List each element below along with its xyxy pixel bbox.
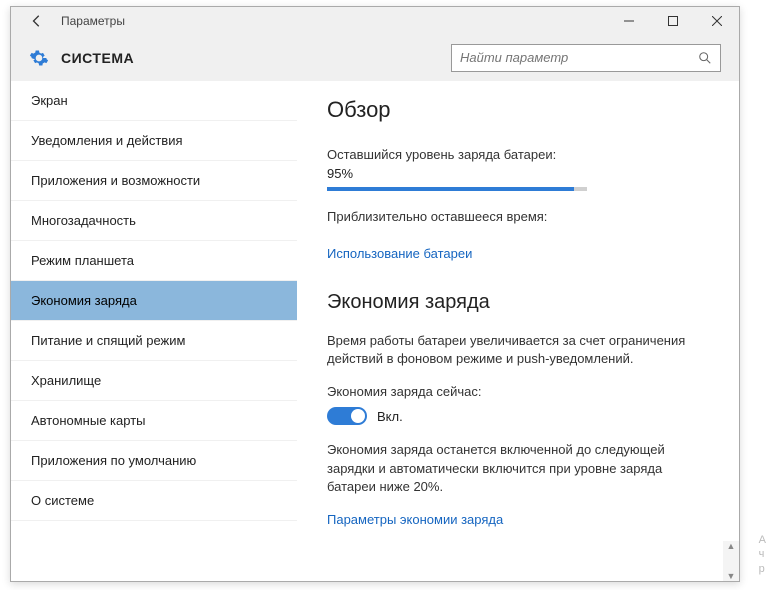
maximize-button[interactable] <box>651 7 695 35</box>
saver-toggle[interactable] <box>327 407 367 425</box>
sidebar-item[interactable]: О системе <box>11 481 297 521</box>
body: ЭкранУведомления и действияПриложения и … <box>11 81 739 581</box>
content: Обзор Оставшийся уровень заряда батареи:… <box>297 81 739 581</box>
saver-description: Время работы батареи увеличивается за сч… <box>327 332 709 368</box>
saver-toggle-label: Вкл. <box>377 409 403 424</box>
saver-auto-text: Экономия заряда останется включенной до … <box>327 441 709 496</box>
minimize-icon <box>624 16 634 26</box>
gear-icon <box>29 48 49 68</box>
battery-percent: 95% <box>327 166 709 181</box>
saver-settings-link[interactable]: Параметры экономии заряда <box>327 512 503 527</box>
scrollbar[interactable]: ▲ ▼ <box>723 541 739 581</box>
back-button[interactable] <box>19 7 55 35</box>
cropped-text: А ч р <box>759 533 766 576</box>
titlebar: Параметры <box>11 7 739 35</box>
battery-remaining-label: Оставшийся уровень заряда батареи: <box>327 147 709 162</box>
sidebar-item[interactable]: Приложения и возможности <box>11 161 297 201</box>
sidebar-item[interactable]: Экономия заряда <box>11 281 297 321</box>
sidebar-item[interactable]: Автономные карты <box>11 401 297 441</box>
maximize-icon <box>668 16 678 26</box>
window-controls <box>607 7 739 35</box>
sidebar-item[interactable]: Многозадачность <box>11 201 297 241</box>
search-icon <box>698 51 712 65</box>
time-remaining-label: Приблизительно оставшееся время: <box>327 209 709 224</box>
sidebar-item[interactable]: Хранилище <box>11 361 297 401</box>
scroll-up-icon: ▲ <box>727 541 736 551</box>
sidebar: ЭкранУведомления и действияПриложения и … <box>11 81 297 581</box>
battery-usage-link[interactable]: Использование батареи <box>327 246 472 261</box>
arrow-left-icon <box>30 14 44 28</box>
battery-progress-bar <box>327 187 574 191</box>
scroll-down-icon: ▼ <box>727 571 736 581</box>
overview-heading: Обзор <box>327 97 709 123</box>
minimize-button[interactable] <box>607 7 651 35</box>
window-title: Параметры <box>61 14 125 28</box>
saver-now-label: Экономия заряда сейчас: <box>327 384 709 399</box>
close-button[interactable] <box>695 7 739 35</box>
search-box[interactable] <box>451 44 721 72</box>
settings-window: Параметры СИСТЕМА ЭкранУведомлени <box>10 6 740 582</box>
saver-toggle-row: Вкл. <box>327 407 709 425</box>
search-input[interactable] <box>460 50 698 65</box>
sidebar-item[interactable]: Питание и спящий режим <box>11 321 297 361</box>
battery-progress <box>327 187 587 191</box>
header: СИСТЕМА <box>11 35 739 81</box>
saver-heading: Экономия заряда <box>327 291 709 314</box>
toggle-knob <box>351 409 365 423</box>
sidebar-item[interactable]: Уведомления и действия <box>11 121 297 161</box>
sidebar-item[interactable]: Режим планшета <box>11 241 297 281</box>
page-title: СИСТЕМА <box>61 50 451 66</box>
close-icon <box>712 16 722 26</box>
sidebar-item[interactable]: Приложения по умолчанию <box>11 441 297 481</box>
sidebar-item[interactable]: Экран <box>11 81 297 121</box>
